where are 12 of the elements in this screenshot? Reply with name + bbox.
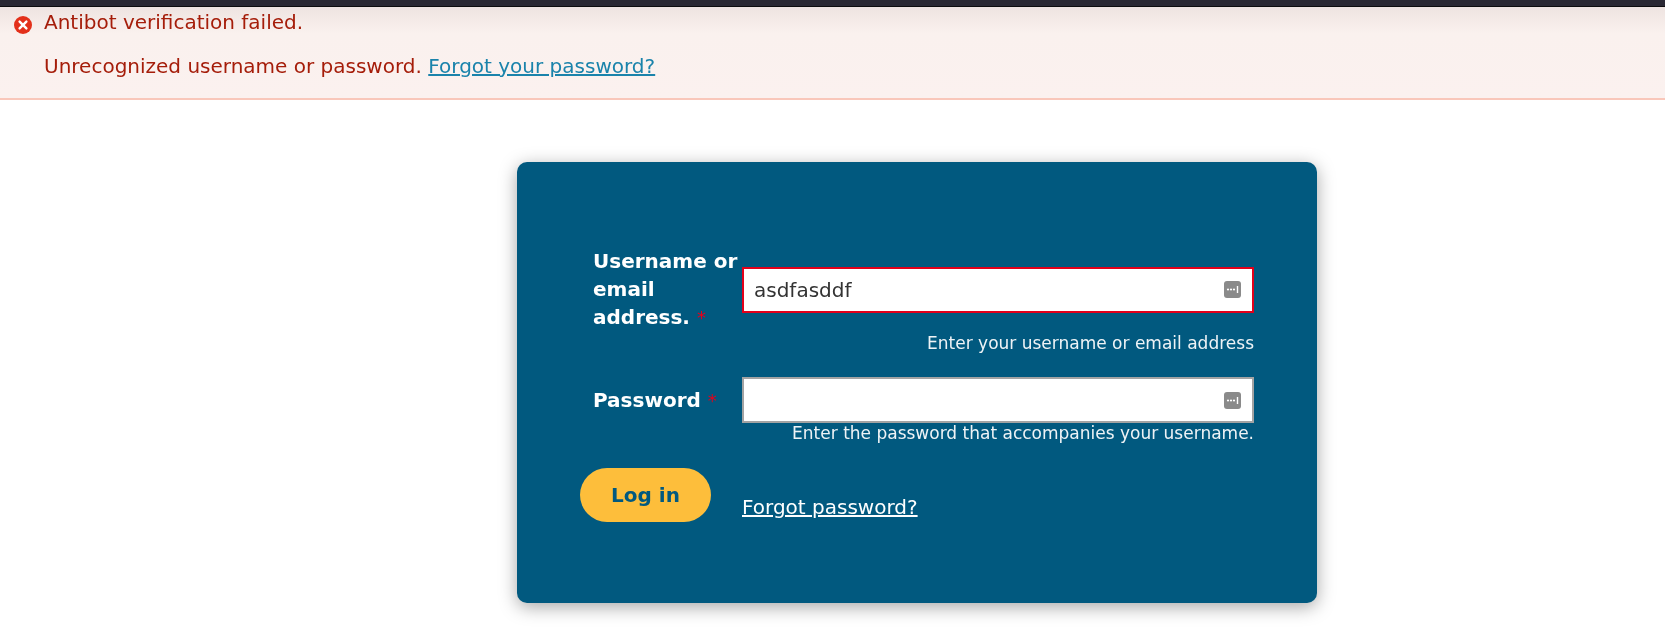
field-description: Enter your username or email address bbox=[927, 333, 1254, 353]
input-field[interactable] bbox=[742, 377, 1254, 423]
status-message: Antibot verification failed. bbox=[44, 10, 305, 34]
login-button[interactable]: Log in bbox=[580, 468, 711, 522]
error-icon bbox=[14, 15, 32, 34]
forgot-password-link[interactable]: Forgot password? bbox=[742, 495, 918, 519]
field-label: Password * bbox=[593, 386, 717, 414]
forgot-password-link[interactable]: Forgot your password? bbox=[428, 54, 656, 78]
input-field[interactable]: asdfasddf bbox=[742, 266, 1254, 313]
field-description: Enter the password that accompanies your username. bbox=[792, 423, 1254, 443]
status-message: Unrecognized username or password. Forgot your password? bbox=[44, 54, 656, 78]
field-label: Username or email address. * bbox=[593, 248, 739, 331]
